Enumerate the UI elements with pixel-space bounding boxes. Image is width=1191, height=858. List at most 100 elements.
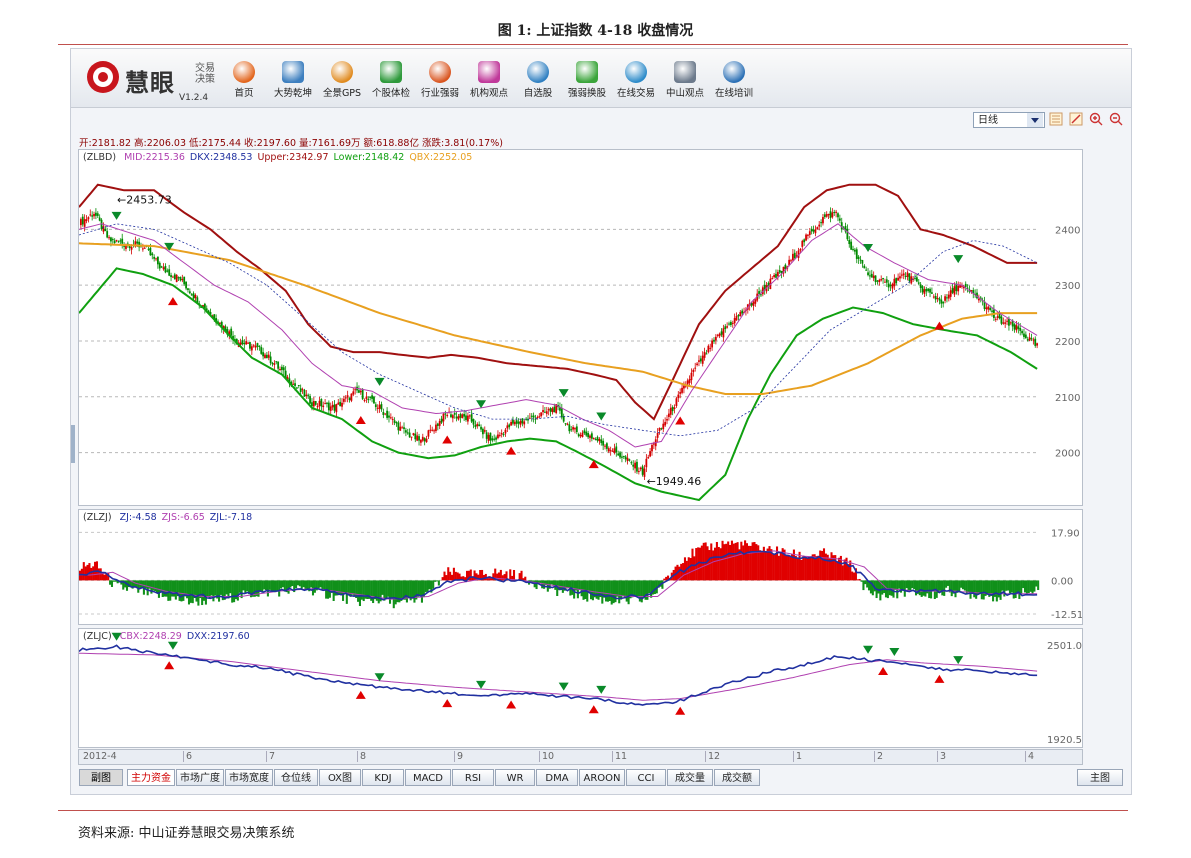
y-tick-label: 1920.57 [1047,735,1082,746]
toolbar-button-2[interactable]: 大势乾坤 [266,61,320,99]
tab-1[interactable]: 副图 [79,769,123,786]
toolbar-button-5[interactable]: 行业强弱 [413,61,467,99]
side-panel-handle[interactable] [71,425,75,463]
flow-bar [405,580,408,603]
candle [110,237,112,242]
candle [530,415,533,417]
tab-4[interactable]: 市场宽度 [225,769,273,786]
candle [425,438,428,443]
tab-9[interactable]: RSI [452,769,494,786]
candle [636,461,638,472]
toolbar-button-7[interactable]: 自选股 [511,61,565,99]
tab-15[interactable]: 成交额 [714,769,760,786]
flow-bar [360,580,363,600]
toolbar-button-label: 在线培训 [714,88,753,99]
flow-bar [191,580,194,604]
flow-bar [278,580,281,597]
candle [155,258,157,260]
candle [885,279,888,283]
flow-bar [777,555,780,581]
candle [369,396,372,398]
flow-bar [272,580,275,591]
candle [876,280,879,282]
toolbar-button-1[interactable]: 首页 [217,61,271,99]
candle [977,298,980,301]
price-pane[interactable]: (ZLBD) MID:2215.36 DKX:2348.53 Upper:2342.… [78,149,1083,506]
candle [577,434,580,437]
candle [352,391,355,395]
flow-bar [1005,580,1008,591]
candle [247,342,249,344]
flow-bar [535,580,538,590]
tab-13[interactable]: CCI [626,769,666,786]
candle [711,340,714,348]
toolbar-button-3[interactable]: 全景GPS [315,61,369,99]
trend-pane[interactable]: (ZLJC) CBX:2248.29DXX:2197.60 2501.05192… [78,628,1083,748]
candle [314,401,317,405]
zoom-out-icon[interactable] [1109,112,1123,126]
tab-10[interactable]: WR [495,769,535,786]
candle [470,414,473,422]
chevron-down-icon[interactable] [1027,113,1043,127]
candle [660,428,663,430]
flow-bar [469,569,472,581]
tab-5[interactable]: 仓位线 [274,769,318,786]
candle [168,269,171,276]
flow-bar [276,580,279,591]
zoom-in-icon[interactable] [1089,112,1103,126]
flow-bar [738,549,741,581]
list-view-icon[interactable] [1049,112,1063,126]
candle [589,435,591,438]
candle [498,434,501,436]
tab-3[interactable]: 市场广度 [176,769,224,786]
tab-6[interactable]: OX图 [319,769,361,786]
flow-bar [774,553,777,581]
tab-2[interactable]: 主力资金 [127,769,175,786]
draw-tool-icon[interactable] [1069,112,1083,126]
buy-signal-icon [167,297,178,306]
main-chart-button[interactable]: 主图 [1077,769,1123,786]
candle [549,408,552,412]
x-tick-label: 2012-4 [83,751,117,762]
flow-bar [182,580,185,601]
candle [714,336,717,341]
toolbar-button-9[interactable]: 在线交易 [609,61,663,99]
flow-bar [84,566,87,581]
flow-bar [445,575,448,581]
candle [515,420,518,424]
candle [149,247,152,256]
candle [326,402,328,404]
candle [754,299,757,304]
candle [739,311,742,317]
tab-14[interactable]: 成交量 [667,769,713,786]
candle [619,452,621,458]
candle [675,398,678,406]
candle [243,342,246,345]
monitor-icon [723,61,745,83]
candle [502,434,505,436]
tab-12[interactable]: AROON [579,769,625,786]
flow-bar [830,552,833,581]
candle [459,413,462,418]
x-tick-label: 4 [1025,751,1034,762]
tab-8[interactable]: MACD [405,769,451,786]
flow-bar [807,556,811,581]
toolbar-button-8[interactable]: 强弱换股 [560,61,614,99]
flow-bar [195,580,198,602]
candle [348,397,351,401]
flow-bar [219,580,222,595]
candle [1013,324,1016,330]
tab-11[interactable]: DMA [536,769,578,786]
toolbar-button-10[interactable]: 中山观点 [658,61,712,99]
flow-bar [236,580,239,601]
tab-7[interactable]: KDJ [362,769,404,786]
candle [848,239,851,245]
toolbar-button-4[interactable]: 个股体检 [364,61,418,99]
fund-flow-pane[interactable]: (ZLZJ) ZJ:-4.58 ZJS:-6.65 ZJL:-7.18 17.90 0… [78,509,1083,625]
toolbar-button-11[interactable]: 在线培训 [707,61,761,99]
buy-signal-icon [164,661,175,670]
candle [130,247,133,250]
toolbar-button-6[interactable]: 机构观点 [462,61,516,99]
candle [818,224,821,227]
candle [859,259,862,261]
